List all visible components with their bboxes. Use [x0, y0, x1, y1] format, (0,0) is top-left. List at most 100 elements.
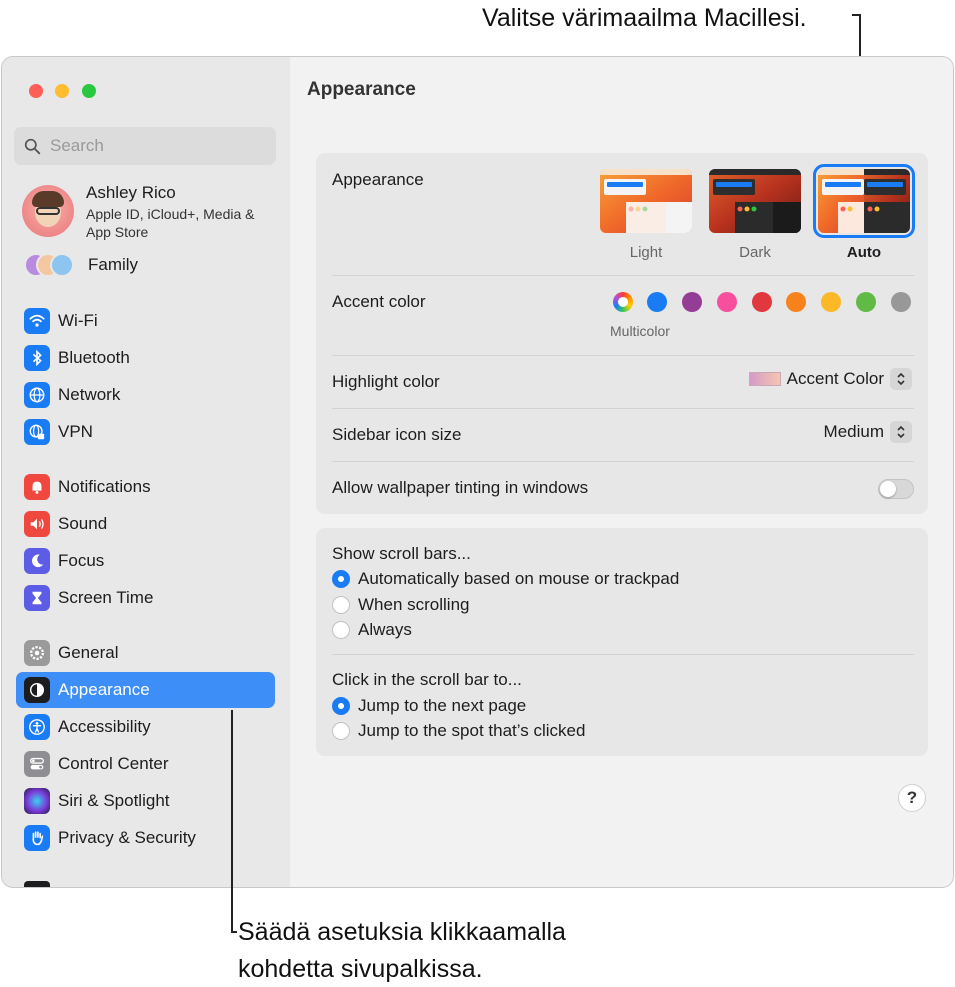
sidebar-item-label: Privacy & Security: [58, 828, 196, 847]
divider: [332, 654, 914, 655]
callout-leader-top-tick: [852, 14, 861, 16]
page-title: Appearance: [307, 79, 416, 100]
sidebar-item-label: Siri & Spotlight: [58, 791, 170, 810]
sidebar-item-focus[interactable]: Focus: [16, 543, 275, 579]
accent-red-swatch[interactable]: [752, 292, 772, 312]
accent-orange-swatch[interactable]: [786, 292, 806, 312]
click-option-spot-clicked[interactable]: Jump to the spot that’s clicked: [332, 721, 585, 741]
scroll-option-when-scrolling[interactable]: When scrolling: [332, 595, 470, 615]
accent-yellow-swatch[interactable]: [821, 292, 841, 312]
click-option-next-page[interactable]: Jump to the next page: [332, 696, 526, 716]
appearance-panel: Appearance Light Dark Auto Accent color …: [316, 153, 928, 514]
chevron-updown-icon: [890, 421, 912, 443]
sidebar-item-privacy-security[interactable]: Privacy & Security: [16, 820, 275, 856]
dark-mode-preview-icon: [709, 169, 801, 233]
vpn-icon: [24, 419, 50, 445]
main-content: Appearance Appearance Light Dark Auto Ac…: [290, 57, 953, 887]
sidebar-item-label: Control Center: [58, 754, 169, 773]
speaker-icon: [24, 511, 50, 537]
family-avatar: [50, 253, 74, 277]
radio-selected[interactable]: [332, 570, 350, 588]
sidebar-item-bluetooth[interactable]: Bluetooth: [16, 340, 275, 376]
wifi-icon: [24, 308, 50, 334]
sidebar-item-notifications[interactable]: Notifications: [16, 469, 275, 505]
sidebar-item-label: Notifications: [58, 477, 151, 496]
click-option-label: Jump to the spot that’s clicked: [358, 721, 586, 740]
mode-dark-label: Dark: [739, 244, 771, 261]
scroll-option-label: Automatically based on mouse or trackpad: [358, 569, 680, 588]
callout-sidebar-instruction: Säädä asetuksia klikkaamalla kohdetta si…: [238, 914, 566, 987]
chevron-updown-icon: [890, 368, 912, 390]
highlight-color-preview: [748, 372, 781, 386]
accent-multicolor-swatch[interactable]: [613, 292, 633, 312]
mode-auto-label: Auto: [846, 244, 882, 261]
sidebar-item-label: Focus: [58, 551, 105, 570]
divider: [332, 275, 914, 276]
globe-icon: [24, 382, 50, 408]
radio-selected[interactable]: [332, 697, 350, 715]
wallpaper-tinting-toggle[interactable]: [878, 479, 914, 499]
multicolor-label: Multicolor: [610, 323, 670, 339]
radio-unselected[interactable]: [332, 621, 350, 639]
partial-sidebar-icon: [24, 881, 50, 887]
accent-blue-swatch[interactable]: [647, 292, 667, 312]
callout-leader-bottom: [231, 710, 233, 932]
mode-dark-option[interactable]: [709, 169, 801, 233]
appearance-label: Appearance: [332, 170, 424, 189]
sidebar-item-control-center[interactable]: Control Center: [16, 746, 275, 782]
search-input[interactable]: [50, 136, 250, 156]
accent-graphite-swatch[interactable]: [891, 292, 911, 312]
sidebar-item-network[interactable]: Network: [16, 377, 275, 413]
sidebar-item-general[interactable]: General: [16, 635, 275, 671]
sidebar-item-screen-time[interactable]: Screen Time: [16, 580, 275, 616]
highlight-color-popup[interactable]: Accent Color: [748, 368, 912, 390]
radio-unselected[interactable]: [332, 596, 350, 614]
scroll-bars-panel: Show scroll bars... Automatically based …: [316, 528, 928, 756]
radio-unselected[interactable]: [332, 722, 350, 740]
sidebar-item-family[interactable]: Family: [22, 253, 272, 279]
show-scroll-bars-title: Show scroll bars...: [332, 544, 471, 563]
sidebar-item-wifi[interactable]: Wi-Fi: [16, 303, 275, 339]
click-option-label: Jump to the next page: [358, 696, 527, 715]
sidebar-item-label: VPN: [58, 422, 93, 441]
family-label: Family: [88, 255, 139, 274]
sidebar-item-sound[interactable]: Sound: [16, 506, 275, 542]
sidebar-item-siri-spotlight[interactable]: Siri & Spotlight: [16, 783, 275, 819]
click-scroll-bar-title: Click in the scroll bar to...: [332, 670, 522, 689]
search-field[interactable]: [14, 127, 276, 165]
zoom-window-button[interactable]: [82, 84, 96, 98]
auto-mode-preview-icon: [818, 169, 910, 233]
mode-auto-option[interactable]: [813, 164, 915, 238]
bluetooth-icon: [24, 345, 50, 371]
mode-light-label: Light: [629, 244, 663, 261]
moon-icon: [24, 548, 50, 574]
accent-purple-swatch[interactable]: [682, 292, 702, 312]
sidebar-icon-size-label: Sidebar icon size: [332, 425, 462, 444]
minimize-window-button[interactable]: [55, 84, 69, 98]
sidebar-item-vpn[interactable]: VPN: [16, 414, 275, 450]
help-button[interactable]: ?: [898, 784, 926, 812]
sidebar-item-label: Wi-Fi: [58, 311, 98, 330]
sidebar-item-label: Network: [58, 385, 121, 404]
close-window-button[interactable]: [29, 84, 43, 98]
light-mode-preview-icon: [600, 169, 692, 233]
bell-icon: [24, 474, 50, 500]
scroll-option-automatic[interactable]: Automatically based on mouse or trackpad: [332, 569, 679, 589]
accent-green-swatch[interactable]: [856, 292, 876, 312]
siri-icon: [24, 788, 50, 814]
accent-color-label: Accent color: [332, 292, 426, 311]
sidebar-item-accessibility[interactable]: Accessibility: [16, 709, 275, 745]
highlight-color-value: Accent Color: [786, 369, 884, 388]
sidebar-item-appearance[interactable]: Appearance: [16, 672, 275, 708]
divider: [332, 461, 914, 462]
mode-light-option[interactable]: [600, 169, 692, 233]
callout-color-scheme: Valitse värimaailma Macillesi.: [482, 4, 807, 32]
sidebar-item-label: Appearance: [58, 680, 150, 699]
accent-pink-swatch[interactable]: [717, 292, 737, 312]
scroll-option-always[interactable]: Always: [332, 620, 412, 640]
appearance-icon: [24, 677, 50, 703]
sidebar-item-label: Bluetooth: [58, 348, 130, 367]
callout-leader-bottom-tick: [231, 931, 237, 933]
sidebar-icon-size-popup[interactable]: Medium: [824, 421, 912, 443]
apple-id-profile[interactable]: Ashley Rico Apple ID, iCloud+, Media & A…: [22, 183, 280, 241]
